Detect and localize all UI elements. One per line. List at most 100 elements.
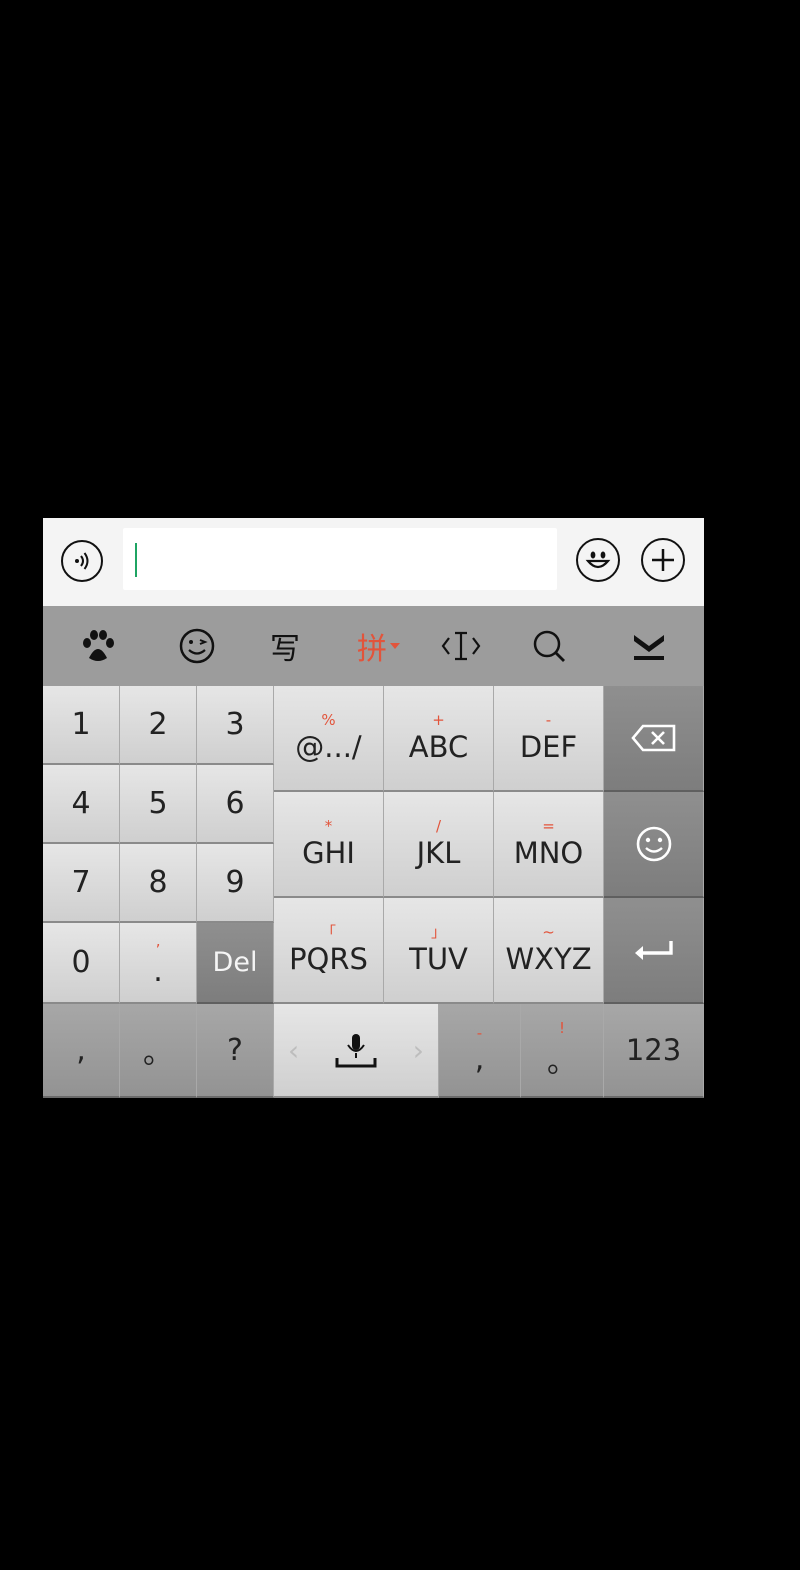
key-label: DEF <box>519 730 578 764</box>
key-label: , <box>474 1041 485 1077</box>
key-sym: ~ <box>542 923 555 941</box>
wink-emoji-button[interactable] <box>152 606 242 686</box>
key-label: WXYZ <box>505 942 592 976</box>
key-t9-ghi[interactable]: * GHI <box>274 792 384 898</box>
comma-key[interactable]: , <box>43 1004 120 1098</box>
key-sym: - <box>545 711 552 729</box>
period-key[interactable]: 。 <box>120 1004 197 1098</box>
plus-button[interactable] <box>641 538 685 582</box>
key-t9-jkl[interactable]: / JKL <box>384 792 494 898</box>
search-button[interactable] <box>504 606 594 686</box>
key-t9-mno[interactable]: = MNO <box>494 792 604 898</box>
collapse-icon <box>631 629 667 663</box>
ime-toolbar: 写 拼 <box>43 606 704 686</box>
ime-keyboard: 写 拼 1 2 3 4 5 6 7 8 9 0 ’ . Del % @.../ … <box>43 518 704 1098</box>
key-label: JKL <box>416 836 461 870</box>
key-4[interactable]: 4 <box>43 765 120 844</box>
cursor-edit-button[interactable] <box>416 606 506 686</box>
key-t9-abc[interactable]: + ABC <box>384 686 494 792</box>
key-label: Del <box>212 947 258 978</box>
key-9[interactable]: 9 <box>197 844 274 923</box>
backspace-icon <box>630 724 677 752</box>
baidu-paw-button[interactable] <box>53 606 143 686</box>
key-sym: 「 <box>320 923 336 941</box>
del-key[interactable]: Del <box>197 923 274 1004</box>
key-label: 6 <box>225 786 245 821</box>
key-label: 0 <box>71 945 91 980</box>
key-5[interactable]: 5 <box>120 765 197 844</box>
voice-icon <box>69 550 95 572</box>
collapse-keyboard-button[interactable] <box>604 606 694 686</box>
key-label: 123 <box>625 1033 682 1067</box>
key-label: GHI <box>302 836 355 870</box>
input-bar <box>43 518 704 606</box>
key-label: 。 <box>547 1045 577 1080</box>
enter-key[interactable] <box>604 898 704 1004</box>
paw-icon <box>79 628 117 664</box>
question-key[interactable]: ? <box>197 1004 274 1098</box>
space-voice-key[interactable]: ‹ › <box>274 1004 439 1098</box>
key-label: @.../ <box>295 730 362 764</box>
pinyin-label: 拼 <box>357 632 387 667</box>
plus-icon <box>650 547 676 573</box>
key-3[interactable]: 3 <box>197 686 274 765</box>
key-t9-tuv[interactable]: 」 TUV <box>384 898 494 1004</box>
key-sym: 」 <box>430 923 446 941</box>
wink-icon <box>178 627 216 665</box>
cursor-icon <box>441 629 481 663</box>
emoji-key[interactable] <box>604 792 704 898</box>
key-sym: * <box>324 817 333 835</box>
emoji-button[interactable] <box>576 538 620 582</box>
pinyin-mode-button[interactable]: 拼 <box>334 606 424 686</box>
space-left-arrow: ‹ <box>288 1033 300 1067</box>
key-label: 4 <box>71 786 91 821</box>
key-t9-wxyz[interactable]: ~ WXYZ <box>494 898 604 1004</box>
key-label: . <box>153 953 163 989</box>
key-label: 3 <box>225 707 245 742</box>
search-icon <box>530 627 568 665</box>
space-right-arrow: › <box>412 1033 424 1067</box>
key-label: 9 <box>225 865 245 900</box>
key-1[interactable]: 1 <box>43 686 120 765</box>
message-input[interactable] <box>123 528 557 590</box>
key-sym: ! <box>558 1019 565 1037</box>
key-0[interactable]: 0 <box>43 923 120 1004</box>
key-label: , <box>76 1032 86 1068</box>
key-8[interactable]: 8 <box>120 844 197 923</box>
key-label: 1 <box>71 707 91 742</box>
key-label: 5 <box>148 786 168 821</box>
key-label: TUV <box>409 942 468 976</box>
comma2-key[interactable]: - , <box>439 1004 521 1098</box>
key-label: PQRS <box>289 942 368 976</box>
key-7[interactable]: 7 <box>43 844 120 923</box>
key-label: 8 <box>148 865 168 900</box>
key-2[interactable]: 2 <box>120 686 197 765</box>
key-label: ABC <box>408 730 469 764</box>
key-t9-def[interactable]: - DEF <box>494 686 604 792</box>
text-caret <box>135 543 137 577</box>
voice-button[interactable] <box>61 540 103 582</box>
handwrite-label: 写 <box>270 632 300 667</box>
key-t9-pqrs[interactable]: 「 PQRS <box>274 898 384 1004</box>
smiley-icon <box>635 825 673 863</box>
key-6[interactable]: 6 <box>197 765 274 844</box>
key-label: 。 <box>143 1036 173 1071</box>
key-label: 2 <box>148 707 168 742</box>
key-sym: % <box>321 711 336 729</box>
backspace-key[interactable] <box>604 686 704 792</box>
chevron-down-icon <box>389 642 401 650</box>
key-sym: + <box>432 711 445 729</box>
mic-space-icon <box>334 1030 378 1070</box>
number-mode-key[interactable]: 123 <box>604 1004 704 1098</box>
key-label: ? <box>227 1032 243 1068</box>
key-dot[interactable]: ’ . <box>120 923 197 1004</box>
key-t9-1[interactable]: % @.../ <box>274 686 384 792</box>
period2-key[interactable]: ! 。 <box>521 1004 604 1098</box>
enter-icon <box>631 939 677 961</box>
key-sym: - <box>476 1023 483 1042</box>
key-label: 7 <box>71 865 91 900</box>
handwrite-button[interactable]: 写 <box>240 606 330 686</box>
emoji-icon <box>581 543 615 577</box>
key-sym: = <box>542 817 555 835</box>
key-label: MNO <box>513 836 584 870</box>
